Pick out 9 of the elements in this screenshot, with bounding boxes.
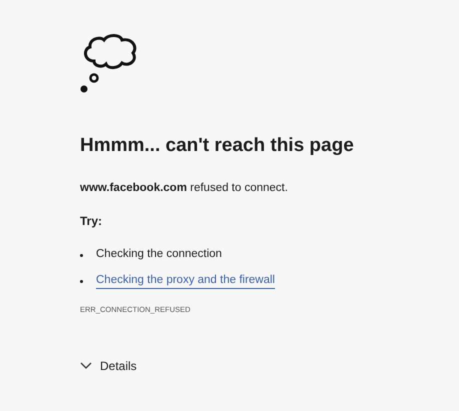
suggestion-text: Checking the connection [96, 247, 222, 262]
details-toggle[interactable]: Details [80, 357, 137, 376]
suggestion-link[interactable]: Checking the proxy and the firewall [96, 273, 275, 289]
bullet-icon [80, 254, 83, 257]
bullet-icon [80, 280, 83, 283]
try-label: Try: [80, 213, 104, 230]
chevron-icon [80, 362, 92, 370]
error-message: www.facebook.com refused to connect. [80, 180, 289, 196]
page-heading: Hmmm... can't reach this page [80, 135, 355, 158]
